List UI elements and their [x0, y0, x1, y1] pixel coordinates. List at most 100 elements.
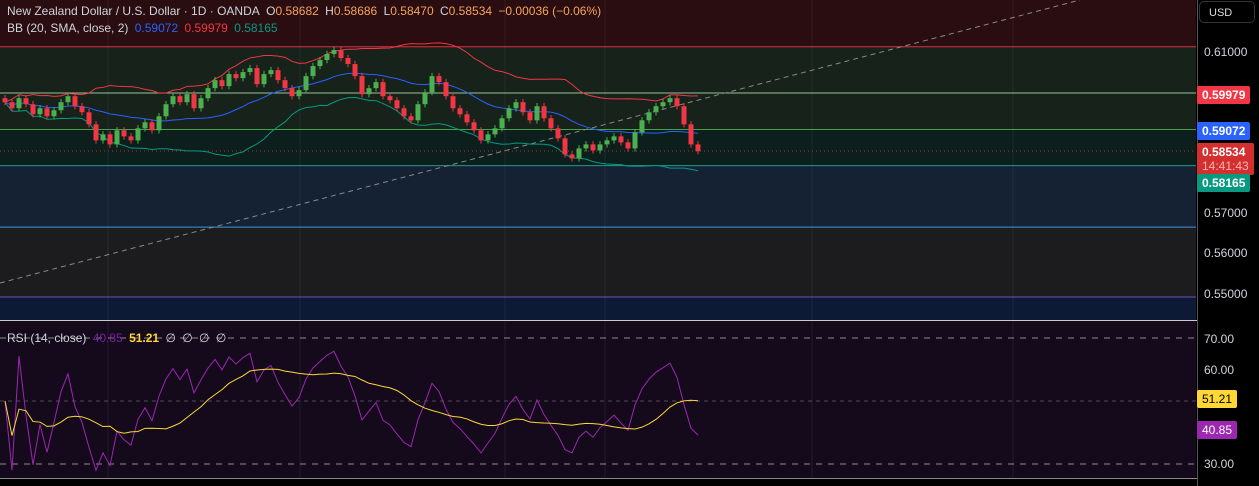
- candle-body: [387, 96, 393, 101]
- candle-body: [688, 124, 694, 145]
- candle-body: [247, 68, 253, 73]
- candle-body: [198, 98, 204, 109]
- rsi-legend[interactable]: RSI (14, close) 40.85 51.21 ∅ ∅ ∅ ∅: [7, 331, 229, 345]
- candle-body: [135, 128, 141, 141]
- candle-body: [576, 148, 582, 159]
- candle-body: [296, 90, 302, 97]
- price-chart[interactable]: [0, 0, 1196, 320]
- candle-body: [212, 80, 218, 89]
- candle-body: [282, 80, 288, 89]
- candle-body: [485, 134, 491, 141]
- candle-body: [534, 106, 540, 121]
- zone-background: [0, 46, 1196, 93]
- candle-body: [100, 134, 106, 141]
- candle-body: [436, 76, 442, 83]
- candle-body: [9, 102, 15, 109]
- bar-countdown: 14:41:43: [1202, 159, 1249, 173]
- price-tick: 0.55000: [1204, 287, 1248, 301]
- candle-body: [163, 104, 169, 117]
- candle-body: [625, 142, 631, 149]
- candle-body: [499, 118, 505, 129]
- candle-body: [604, 140, 610, 145]
- candle-body: [128, 136, 134, 141]
- close-label: C: [440, 4, 449, 18]
- candle-body: [401, 108, 407, 117]
- bottom-border: [0, 478, 1259, 479]
- candle-body: [373, 82, 379, 89]
- candle-body: [660, 102, 666, 107]
- candle-body: [261, 74, 267, 85]
- candle-body: [226, 74, 232, 87]
- candle-body: [156, 116, 162, 131]
- bb-upper-value: 0.59979: [184, 21, 228, 35]
- candle-body: [674, 98, 680, 107]
- candle-body: [611, 136, 617, 141]
- candle-body: [457, 108, 463, 115]
- candle-body: [16, 98, 22, 109]
- candle-body: [478, 130, 484, 141]
- candle-body: [317, 60, 323, 67]
- candle-body: [219, 80, 225, 87]
- candle-body: [345, 58, 351, 65]
- price-axis[interactable]: [1197, 0, 1259, 486]
- candle-body: [590, 144, 596, 151]
- candle-body: [359, 76, 365, 95]
- candle-body: [408, 116, 414, 121]
- candle-body: [653, 106, 659, 113]
- candle-body: [275, 70, 281, 81]
- rsi-ma-tag: 51.21: [1197, 390, 1238, 408]
- candle-body: [37, 108, 43, 115]
- bb-label: BB (20, SMA, close, 2): [7, 21, 129, 35]
- zone-background: [0, 297, 1196, 320]
- bb-legend[interactable]: BB (20, SMA, close, 2) 0.59072 0.59979 0…: [7, 21, 281, 35]
- candle-body: [352, 64, 358, 77]
- candle-body: [429, 76, 435, 93]
- candle-body: [107, 134, 113, 145]
- candle-body: [513, 102, 519, 109]
- last-price: 0.58534: [1202, 145, 1246, 159]
- price-tick: 0.57000: [1204, 206, 1248, 220]
- candle-body: [541, 106, 547, 119]
- candle-body: [23, 98, 29, 105]
- candle-body: [443, 82, 449, 97]
- open-value: 0.58682: [275, 4, 319, 18]
- candle-body: [289, 88, 295, 97]
- bb-upper-tag: 0.59979: [1197, 86, 1251, 104]
- candle-body: [695, 144, 701, 152]
- last-price-tag: 0.58534 14:41:43: [1197, 143, 1254, 175]
- low-value: 0.58470: [390, 4, 434, 18]
- candle-body: [464, 114, 470, 123]
- pane-separator[interactable]: [0, 320, 1259, 321]
- candle-body: [618, 136, 624, 143]
- candle-body: [555, 128, 561, 139]
- close-value: 0.58534: [448, 4, 493, 18]
- candle-body: [51, 110, 57, 117]
- zone-background: [0, 165, 1196, 228]
- candle-body: [366, 88, 372, 95]
- candle-body: [93, 124, 99, 141]
- currency-button[interactable]: USD: [1199, 1, 1255, 23]
- rsi-extra: ∅: [215, 331, 227, 345]
- candle-body: [254, 68, 260, 85]
- candle-body: [310, 66, 316, 77]
- candle-body: [58, 102, 64, 111]
- candle-body: [506, 108, 512, 119]
- open: O0.58682: [266, 4, 319, 18]
- candle-body: [170, 96, 176, 105]
- candle-body: [338, 49, 344, 59]
- candle-body: [681, 106, 687, 125]
- candle-body: [569, 154, 575, 159]
- candle-body: [86, 112, 92, 125]
- candle-body: [527, 112, 533, 121]
- candle-body: [415, 104, 421, 121]
- price-tick: 0.61000: [1204, 45, 1248, 59]
- candle-body: [79, 106, 85, 113]
- change-value: −0.00036 (−0.06%): [498, 4, 602, 18]
- zone-background: [0, 227, 1196, 298]
- rsi-extra: ∅: [182, 331, 193, 345]
- candle-body: [177, 96, 183, 103]
- candle-body: [44, 108, 50, 117]
- candle-body: [324, 54, 330, 61]
- candle-body: [583, 144, 589, 149]
- candle-body: [646, 112, 652, 121]
